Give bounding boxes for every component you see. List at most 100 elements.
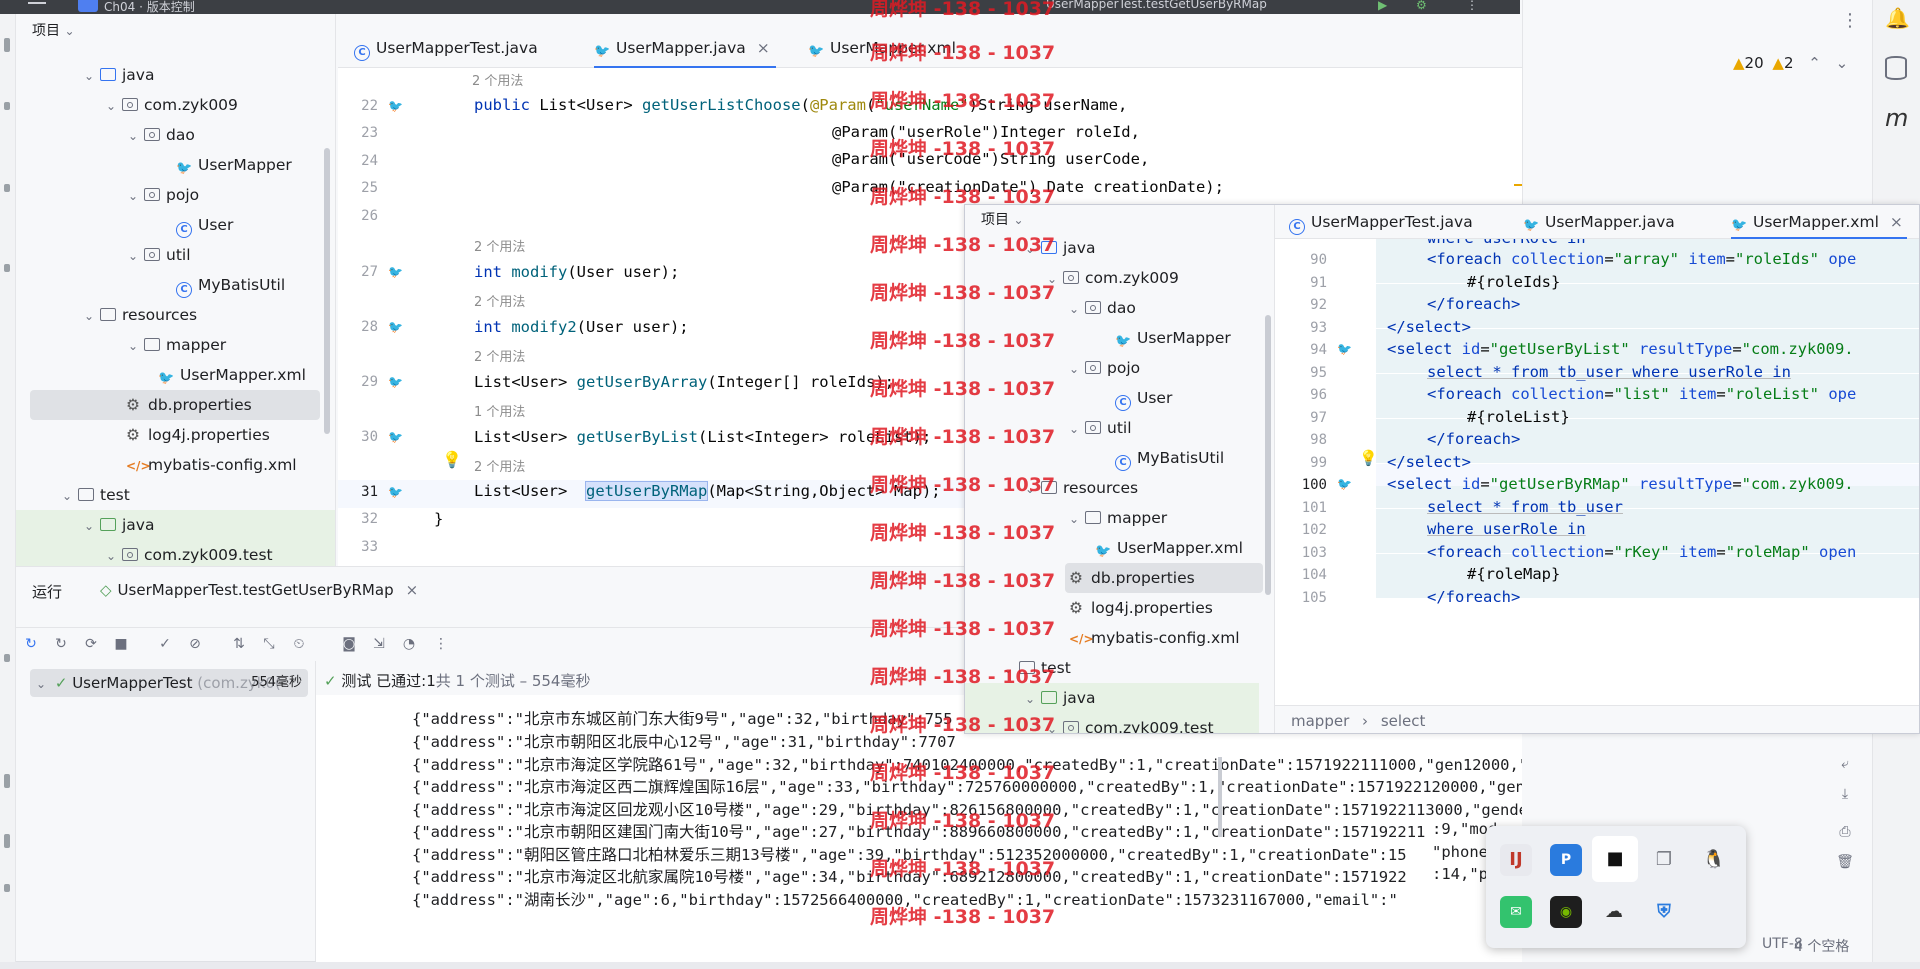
close-tab-icon[interactable]: ×: [406, 581, 419, 599]
usage-hint[interactable]: 2 个用法: [474, 456, 525, 475]
tree-item-mapper[interactable]: ⌄ mapper: [1069, 503, 1167, 533]
mybatis-bird-icon[interactable]: 🐦: [388, 320, 403, 334]
camera-icon[interactable]: ◙: [340, 636, 358, 654]
wechat-icon[interactable]: ✉: [1500, 896, 1532, 928]
run-icon[interactable]: ▶: [1378, 0, 1387, 12]
tree-item-user[interactable]: C User: [176, 210, 233, 240]
tree-item-mybatisutil[interactable]: C MyBatisUtil: [1115, 443, 1224, 473]
tree-item-user[interactable]: C User: [1115, 383, 1172, 413]
tree-item-db-properties[interactable]: ⚙ db.properties: [1065, 563, 1263, 593]
lightbulb-icon[interactable]: 💡: [1359, 449, 1378, 467]
soft-wrap-icon[interactable]: ⤶: [1836, 756, 1854, 774]
tree-item-mapper[interactable]: ⌄ mapper: [128, 330, 226, 360]
idea-icon[interactable]: IJ: [1500, 844, 1532, 876]
rerun-failed-icon[interactable]: ↻: [52, 636, 70, 654]
console-scrollbar[interactable]: [1218, 757, 1222, 837]
structure-tool-icon[interactable]: [4, 184, 10, 192]
maven-icon[interactable]: m: [1885, 104, 1908, 132]
run-tab[interactable]: ◇ UserMapperTest.testGetUserByRMap ×: [100, 581, 418, 599]
usage-hint[interactable]: 2 个用法: [474, 291, 525, 310]
usage-hint[interactable]: 2 个用法: [474, 346, 525, 365]
test-tree-root[interactable]: ⌄ ✓ UserMapperTest (com.zyk0( 554毫秒: [30, 669, 308, 697]
stop-icon[interactable]: ■: [112, 636, 130, 654]
usage-hint[interactable]: 1 个用法: [474, 401, 525, 420]
database-icon[interactable]: [1885, 56, 1907, 80]
project-title[interactable]: Ch04 · 版本控制: [104, 0, 195, 15]
git-tool-icon[interactable]: [4, 884, 10, 892]
mybatis-bird-icon[interactable]: 🐦: [1337, 477, 1352, 491]
breadcrumb-item[interactable]: mapper: [1291, 712, 1349, 730]
tab-usermappertest-java[interactable]: C UserMapperTest.java: [1289, 205, 1473, 239]
project-tool-icon[interactable]: [4, 38, 10, 52]
tree-item-mybatis-config[interactable]: </>mybatis-config.xml: [126, 450, 297, 480]
import-icon[interactable]: ⇲: [370, 636, 388, 654]
mybatis-bird-icon[interactable]: 🐦: [1337, 342, 1352, 356]
notifications-icon[interactable]: 🔔: [1885, 6, 1910, 30]
collapse-icon[interactable]: ⤡: [260, 636, 278, 654]
problems-tool-icon[interactable]: [4, 834, 10, 848]
main-menu-icon[interactable]: [28, 2, 46, 4]
editor-more-icon[interactable]: ⋮: [1841, 10, 1859, 31]
more-actions-icon[interactable]: ⋮: [1466, 0, 1478, 12]
tree-item-package[interactable]: ⌄ com.zyk009: [106, 90, 238, 120]
nvidia-icon[interactable]: ◉: [1550, 896, 1582, 928]
jetbrains-icon[interactable]: ■: [1592, 836, 1638, 882]
tree-item-package[interactable]: ⌄ com.zyk009: [1047, 263, 1179, 293]
mybatis-bird-icon[interactable]: 🐦: [388, 375, 403, 389]
breadcrumb-item[interactable]: select: [1381, 712, 1426, 730]
tree-item-pojo[interactable]: ⌄ pojo: [128, 180, 199, 210]
project-scrollbar[interactable]: [324, 148, 330, 434]
tree-item-usermapper-xml[interactable]: 🐦 UserMapper.xml: [1095, 533, 1243, 563]
tree-item-log4j[interactable]: ⚙ log4j.properties: [126, 420, 270, 450]
qq-icon[interactable]: 🐧: [1698, 844, 1730, 876]
terminal-tool-icon[interactable]: [4, 774, 10, 788]
copy-icon[interactable]: ❐: [1648, 844, 1680, 876]
onedrive-icon[interactable]: ☁: [1598, 896, 1630, 928]
next-problem-icon[interactable]: ⌄: [1836, 54, 1849, 72]
prev-problem-icon[interactable]: ⌃: [1808, 54, 1821, 72]
tree-item-log4j[interactable]: ⚙ log4j.properties: [1069, 593, 1213, 623]
tab-usermapper-xml[interactable]: 🐦 UserMapper.xml ×: [1731, 205, 1907, 239]
clear-icon[interactable]: 🗑: [1836, 854, 1854, 872]
tab-usermapper-java[interactable]: 🐦 UserMapper.java ×: [594, 28, 776, 68]
print-icon[interactable]: ⎙: [1836, 824, 1854, 842]
mybatis-bird-icon[interactable]: 🐦: [388, 485, 403, 499]
commit-tool-icon[interactable]: [4, 102, 10, 110]
tree-item-java[interactable]: ⌄ java: [84, 60, 154, 90]
inspection-widget[interactable]: ▲20 ▲2 ⌃ ⌄: [1733, 54, 1848, 72]
project-panel-header[interactable]: 项目 ⌄: [16, 14, 335, 48]
tree-item-pojo[interactable]: ⌄ pojo: [1069, 353, 1140, 383]
debug-icon[interactable]: ⚙: [1416, 0, 1427, 12]
overlay-xml-editor[interactable]: where userRole in 90 <foreach collection…: [1275, 239, 1919, 729]
history-icon[interactable]: ⏲: [290, 636, 308, 654]
mybatis-bird-icon[interactable]: 🐦: [388, 99, 403, 113]
run-tool-icon[interactable]: [4, 654, 10, 662]
mybatis-bird-icon[interactable]: 🐦: [388, 265, 403, 279]
usage-hint[interactable]: 2 个用法: [474, 236, 525, 255]
tree-item-dao[interactable]: ⌄ dao: [128, 120, 195, 150]
coverage-icon[interactable]: ◔: [400, 636, 418, 654]
tree-item-resources[interactable]: ⌄ resources: [84, 300, 197, 330]
tree-item-usermapper-xml[interactable]: 🐦 UserMapper.xml: [158, 360, 306, 390]
defender-icon[interactable]: ⛨: [1648, 896, 1680, 928]
mybatis-bird-icon[interactable]: 🐦: [388, 430, 403, 444]
tree-item-usermapper[interactable]: 🐦 UserMapper: [1115, 323, 1231, 353]
tree-item-util[interactable]: ⌄ util: [1069, 413, 1132, 443]
show-passed-icon[interactable]: ✓: [156, 636, 174, 654]
close-tab-icon[interactable]: ×: [1890, 205, 1903, 239]
toggle-auto-test-icon[interactable]: ⟳: [82, 636, 100, 654]
rerun-icon[interactable]: ↻: [22, 636, 40, 654]
close-tab-icon[interactable]: ×: [757, 28, 770, 68]
tree-item-usermapper[interactable]: 🐦 UserMapper: [176, 150, 292, 180]
usage-hint[interactable]: 2 个用法: [472, 70, 523, 89]
bookmarks-tool-icon[interactable]: [4, 264, 10, 272]
more-icon[interactable]: ⋮: [432, 636, 450, 654]
overlay-project-scrollbar[interactable]: [1265, 315, 1271, 595]
tree-item-mybatis-config[interactable]: </>mybatis-config.xml: [1069, 623, 1240, 653]
tree-item-dao[interactable]: ⌄ dao: [1069, 293, 1136, 323]
tree-item-mybatisutil[interactable]: C MyBatisUtil: [176, 270, 285, 300]
tree-item-test-package[interactable]: ⌄ com.zyk009.test: [16, 540, 335, 566]
indent-indicator[interactable]: 4 个空格: [1794, 936, 1849, 956]
pycharm-icon[interactable]: P: [1550, 844, 1582, 876]
lightbulb-icon[interactable]: 💡: [442, 450, 462, 469]
